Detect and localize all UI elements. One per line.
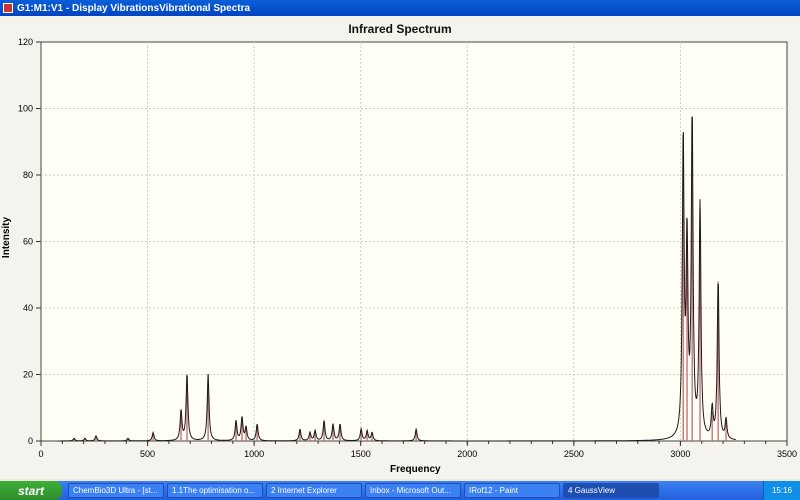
taskbar-item-paint[interactable]: IRof12 - Paint bbox=[464, 483, 560, 498]
spectrum-chart: 0 500 1000 1500 2000 2500 3000 3500 0 20 40 60 80 100… bbox=[18, 37, 797, 459]
taskbar-item-document[interactable]: 1.1The optimisation o... bbox=[167, 483, 263, 498]
clock: 15:16 bbox=[771, 486, 792, 495]
taskbar-item-chembio3d[interactable]: ChemBio3D Ultra - [st... bbox=[68, 483, 164, 498]
x-tick-label: 1000 bbox=[244, 449, 264, 459]
y-tick-label: 0 bbox=[28, 436, 33, 446]
y-tick-label: 80 bbox=[23, 170, 33, 180]
x-tick-label: 1500 bbox=[351, 449, 371, 459]
y-tick-label: 100 bbox=[18, 104, 33, 114]
y-tick-label: 20 bbox=[23, 370, 33, 380]
x-tick-label: 2000 bbox=[457, 449, 477, 459]
x-tick-label: 500 bbox=[140, 449, 155, 459]
system-tray: 15:16 bbox=[762, 481, 800, 500]
start-button[interactable]: start bbox=[0, 481, 62, 500]
taskbar-item-gaussview[interactable]: 4 GaussView bbox=[563, 483, 659, 498]
x-tick-label: 0 bbox=[38, 449, 43, 459]
y-tick-label: 120 bbox=[18, 37, 33, 47]
taskbar-item-ie[interactable]: 2 Internet Explorer bbox=[266, 483, 362, 498]
y-axis-label: Intensity bbox=[1, 216, 13, 259]
y-tick-label: 40 bbox=[23, 303, 33, 313]
x-tick-label: 3500 bbox=[777, 449, 797, 459]
x-tick-label: 3000 bbox=[670, 449, 690, 459]
taskbar-item-outlook[interactable]: Inbox - Microsoft Out... bbox=[365, 483, 461, 498]
x-tick-label: 2500 bbox=[564, 449, 584, 459]
y-tick-label: 60 bbox=[23, 237, 33, 247]
taskbar: start ChemBio3D Ultra - [st... 1.1The op… bbox=[0, 481, 800, 500]
x-axis-label: Frequency bbox=[390, 464, 441, 475]
